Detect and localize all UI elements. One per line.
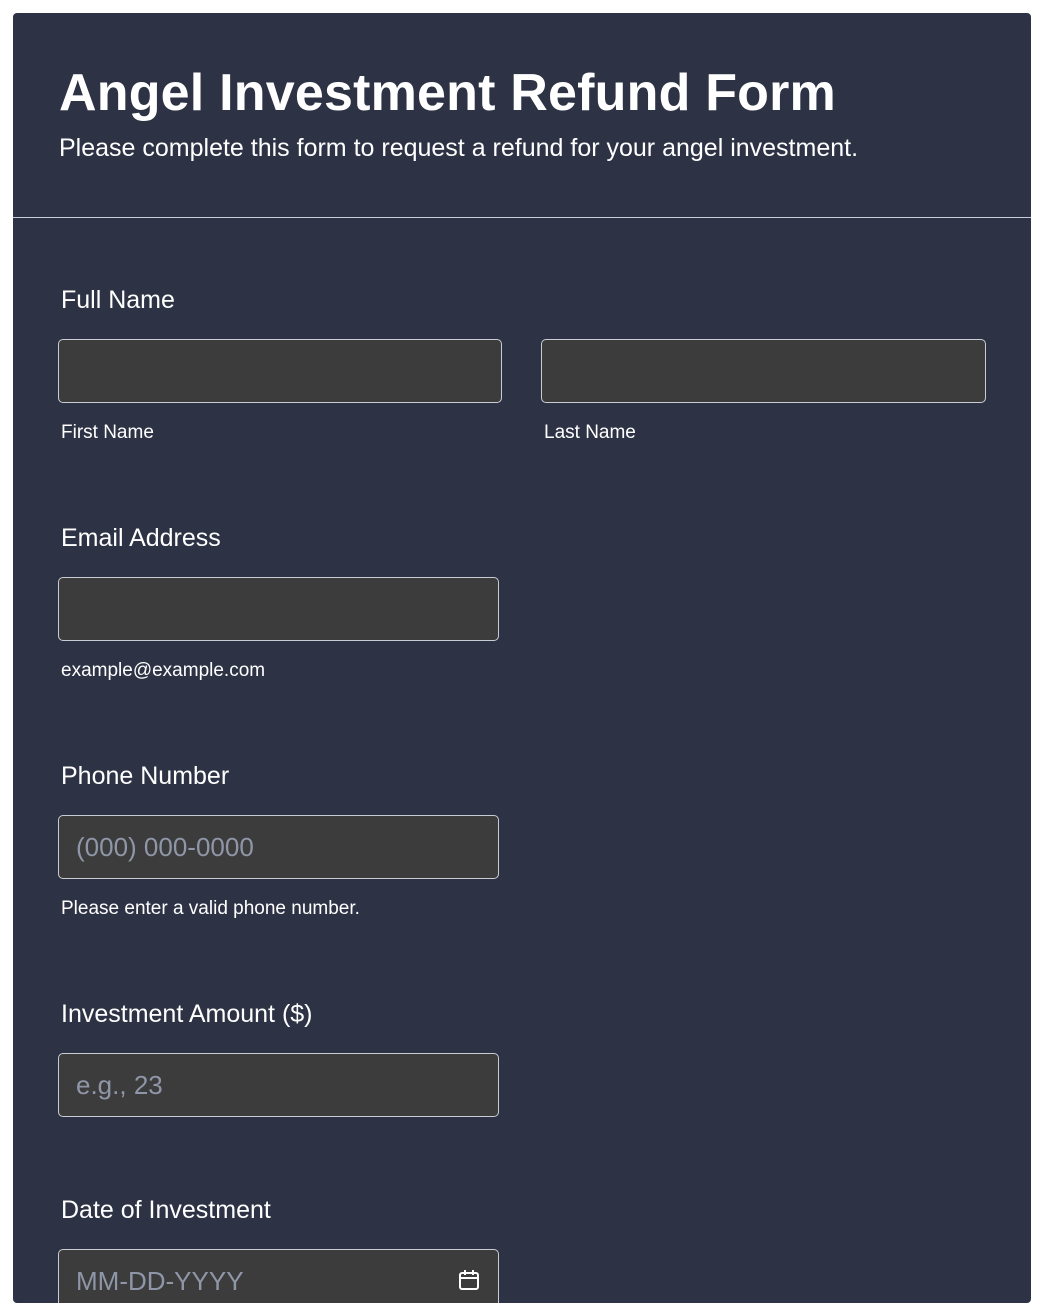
amount-input[interactable]: e.g., 23 [58,1053,499,1117]
date-placeholder: MM-DD-YYYY [76,1266,244,1296]
form-subtitle: Please complete this form to request a r… [59,134,859,162]
form-title: Angel Investment Refund Form [59,64,836,122]
email-input[interactable] [58,577,499,641]
phone-input[interactable]: (000) 000-0000 [58,815,499,879]
date-input[interactable]: MM-DD-YYYY [58,1249,499,1303]
phone-label: Phone Number [61,762,230,790]
last-name-sublabel: Last Name [544,422,636,443]
form-card: Angel Investment Refund Form Please comp… [13,13,1031,1303]
phone-sublabel: Please enter a valid phone number. [61,898,360,919]
full-name-label: Full Name [61,286,175,314]
last-name-input[interactable] [541,339,986,403]
first-name-input[interactable] [58,339,502,403]
first-name-sublabel: First Name [61,422,154,443]
email-label: Email Address [61,524,221,552]
calendar-icon[interactable] [458,1269,480,1291]
amount-label: Investment Amount ($) [61,1000,313,1028]
form-header: Angel Investment Refund Form Please comp… [13,13,1031,218]
email-sublabel: example@example.com [61,660,266,681]
date-label: Date of Investment [61,1196,271,1224]
